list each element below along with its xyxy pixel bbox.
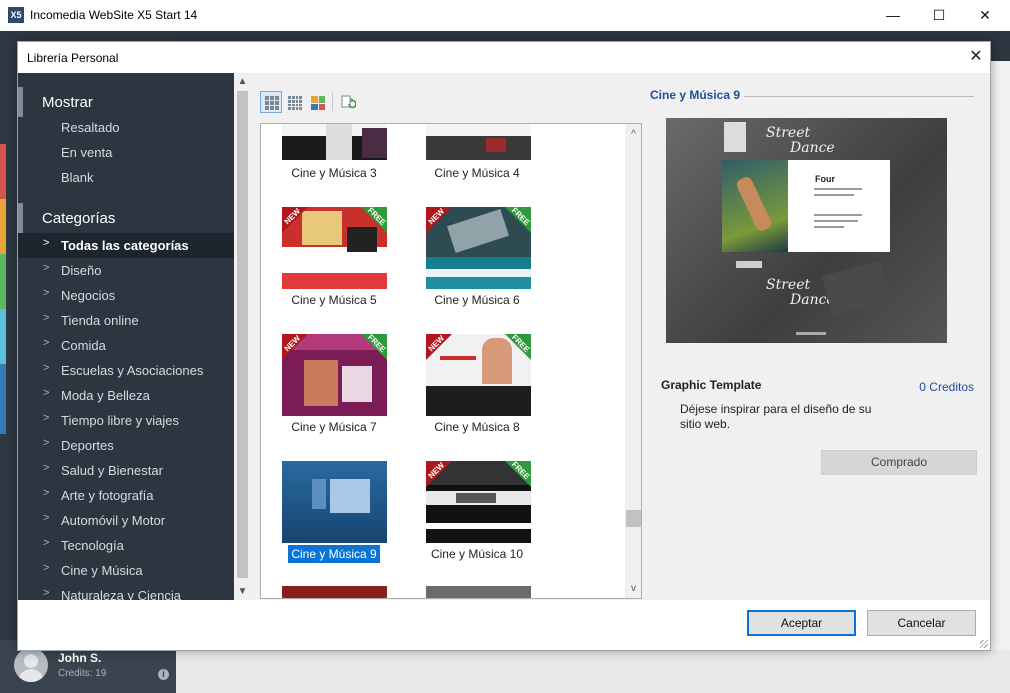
sidebar-scroll-thumb[interactable] <box>237 91 248 578</box>
refresh-icon <box>341 95 356 109</box>
cancel-button[interactable]: Cancelar <box>867 610 976 636</box>
template-thumb-9[interactable] <box>282 461 387 543</box>
dialog-title: Librería Personal <box>27 51 119 65</box>
template-thumb-12[interactable] <box>426 586 531 598</box>
category-item-escuelas[interactable]: > Escuelas y Asociaciones <box>18 358 234 383</box>
template-label[interactable]: Cine y Música 7 <box>264 420 404 434</box>
user-credits: Credits: 19 <box>58 668 107 679</box>
accent-strip-red <box>0 144 6 199</box>
credits-label: 0 Creditos <box>919 380 974 394</box>
maximize-button[interactable]: ☐ <box>916 0 962 31</box>
template-preview-image: Street Dance Four Street Dance <box>666 118 947 343</box>
scroll-up-icon[interactable]: ▲ <box>234 73 251 90</box>
category-item-tecnologia[interactable]: > Tecnología <box>18 533 234 558</box>
color-grid-icon <box>311 96 325 110</box>
preview-title: Cine y Música 9 <box>650 88 741 102</box>
filter-item-blank[interactable]: Blank <box>18 165 234 190</box>
template-label[interactable]: Cine y Música 4 <box>407 166 547 180</box>
category-item-diseno[interactable]: > Diseño <box>18 258 234 283</box>
personal-library-dialog: Librería Personal ✕ Mostrar Resaltado En… <box>17 41 991 651</box>
thumbnail-scrollbar[interactable]: ^ v <box>625 124 641 598</box>
small-grid-icon <box>288 96 302 110</box>
template-label[interactable]: Cine y Música 10 <box>407 547 547 561</box>
toolbar-divider <box>332 93 333 111</box>
category-item-moda[interactable]: > Moda y Belleza <box>18 383 234 408</box>
dialog-close-button[interactable]: ✕ <box>964 46 988 68</box>
filter-item-en-venta[interactable]: En venta <box>18 140 234 165</box>
app-titlebar: X5 Incomedia WebSite X5 Start 14 — ☐ ✕ <box>0 0 1010 31</box>
category-item-cine[interactable]: > Cine y Música <box>18 558 234 583</box>
template-label-selected[interactable]: Cine y Música 9 <box>264 545 404 563</box>
template-thumb-3[interactable] <box>282 124 387 160</box>
accept-button[interactable]: Aceptar <box>747 610 856 636</box>
category-item-tiempo-libre[interactable]: > Tiempo libre y viajes <box>18 408 234 433</box>
category-item-todas[interactable]: > Todas las categorías <box>18 233 234 258</box>
view-large-icons-button[interactable] <box>260 91 282 113</box>
view-small-icons-button[interactable] <box>283 91 305 113</box>
filter-item-resaltado[interactable]: Resaltado <box>18 115 234 140</box>
app-logo-icon: X5 <box>8 7 24 23</box>
app-close-button[interactable]: ✕ <box>962 0 1008 31</box>
template-description: Déjese inspirar para el diseño de su sit… <box>680 402 872 431</box>
template-label[interactable]: Cine y Música 8 <box>407 420 547 434</box>
template-label[interactable]: Cine y Música 6 <box>407 293 547 307</box>
app-bottom-strip <box>176 650 1010 693</box>
thumbnail-scroll-thumb[interactable] <box>626 510 641 527</box>
template-label[interactable]: Cine y Música 3 <box>264 166 404 180</box>
accent-strip-blue <box>0 364 6 434</box>
category-item-tienda-online[interactable]: > Tienda online <box>18 308 234 333</box>
sidebar-scrollbar[interactable]: ▲ ▼ <box>234 73 251 600</box>
user-name: John S. <box>58 651 102 665</box>
preview-logo: Street Dance <box>766 125 835 156</box>
accent-strip-green <box>0 254 6 309</box>
app-title: Incomedia WebSite X5 Start 14 <box>30 8 198 22</box>
template-thumb-11[interactable] <box>282 586 387 598</box>
preview-heading: Four <box>815 174 835 184</box>
scroll-up-icon[interactable]: ^ <box>625 126 641 143</box>
preview-title-divider <box>744 96 974 97</box>
category-item-naturaleza[interactable]: > Naturaleza y Ciencia <box>18 583 234 600</box>
category-sidebar: Mostrar Resaltado En venta Blank Categor… <box>18 73 234 600</box>
category-item-negocios[interactable]: > Negocios <box>18 283 234 308</box>
scroll-down-icon[interactable]: v <box>625 580 641 597</box>
template-label[interactable]: Cine y Música 5 <box>264 293 404 307</box>
category-item-comida[interactable]: > Comida <box>18 333 234 358</box>
scroll-down-icon[interactable]: ▼ <box>234 583 251 600</box>
view-color-button[interactable] <box>306 91 328 113</box>
category-item-arte[interactable]: > Arte y fotografía <box>18 483 234 508</box>
accent-strip-cyan <box>0 309 6 364</box>
avatar-icon[interactable] <box>14 648 48 682</box>
categorias-header: Categorías <box>18 203 234 233</box>
purchased-button: Comprado <box>821 450 977 475</box>
dialog-footer: Aceptar Cancelar <box>18 600 990 650</box>
minimize-button[interactable]: — <box>870 0 916 31</box>
category-item-salud[interactable]: > Salud y Bienestar <box>18 458 234 483</box>
accent-strip-orange <box>0 199 6 254</box>
template-thumb-4[interactable] <box>426 124 531 160</box>
refresh-button[interactable] <box>336 91 358 113</box>
template-type-label: Graphic Template <box>661 378 762 392</box>
resize-grip-icon[interactable] <box>980 640 988 648</box>
mostrar-header: Mostrar <box>18 87 234 117</box>
category-item-deportes[interactable]: > Deportes <box>18 433 234 458</box>
app-right-panel <box>990 61 1010 693</box>
dialog-body: Mostrar Resaltado En venta Blank Categor… <box>18 73 990 600</box>
info-icon[interactable]: i <box>158 669 169 680</box>
large-grid-icon <box>265 96 279 110</box>
template-thumbnail-list: Cine y Música 3 Cine y Música 4 Cine y M… <box>260 123 642 599</box>
category-item-automovil[interactable]: > Automóvil y Motor <box>18 508 234 533</box>
